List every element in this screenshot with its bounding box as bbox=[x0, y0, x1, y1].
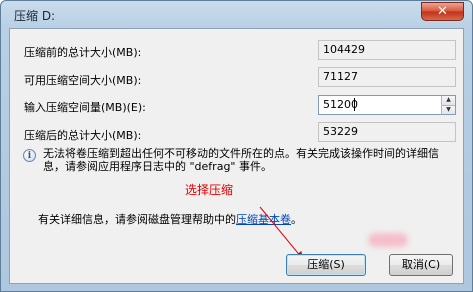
close-button[interactable]: ✕ bbox=[421, 2, 464, 21]
title-bar[interactable]: 压缩 D: ✕ bbox=[1, 1, 472, 27]
shrink-dialog: 压缩 D: ✕ 压缩前的总计大小(MB): 104429 可用压缩空间大小(MB… bbox=[0, 0, 473, 292]
dialog-body: 压缩前的总计大小(MB): 104429 可用压缩空间大小(MB): 71127… bbox=[9, 28, 464, 284]
cancel-button[interactable]: 取消(C) bbox=[389, 254, 453, 276]
close-icon: ✕ bbox=[437, 4, 448, 19]
window-title: 压缩 D: bbox=[14, 9, 56, 23]
annotation-arrow bbox=[259, 206, 304, 260]
shrink-button[interactable]: 压缩(S) bbox=[286, 254, 366, 276]
